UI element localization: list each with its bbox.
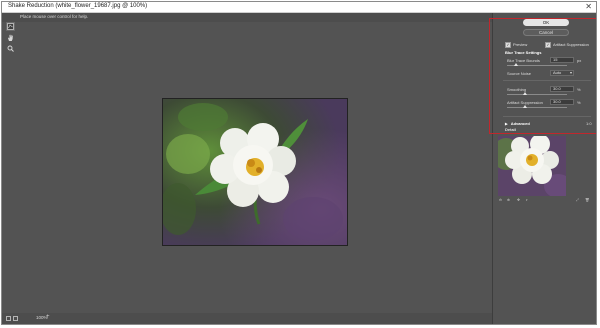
detail-zoom-icon[interactable]: ⤢ [576, 198, 579, 202]
blur-trace-bounds-label: Blur Trace Bounds [507, 58, 540, 63]
source-noise-label: Source Noise [507, 71, 532, 76]
ok-button[interactable]: OK [523, 19, 569, 26]
checkbox-icon: ✓ [505, 42, 511, 48]
status-bar: 100% + [2, 313, 492, 324]
preview-checkbox[interactable]: ✓ Preview [505, 42, 527, 48]
zoom-in-icon[interactable]: + [46, 314, 50, 320]
pan-icon[interactable]: ✥ [517, 198, 520, 202]
checkbox-icon: ✓ [545, 42, 551, 48]
artifact-suppression-slider[interactable] [507, 105, 567, 108]
shake-reduction-window: Shake Reduction (white_flower_19687.jpg … [1, 1, 597, 325]
preview-label: Preview [513, 42, 528, 48]
preview-toggle-icon[interactable]: ◐ [526, 198, 528, 202]
close-icon[interactable]: ✕ [585, 2, 592, 12]
artifact-suppression-unit: % [577, 100, 581, 105]
advanced-value: 1:0 [586, 121, 592, 126]
advanced-toggle[interactable]: ▶ Advanced [505, 121, 530, 126]
detail-label: Detail [505, 127, 516, 132]
section-title: Blur Trace Settings [505, 50, 542, 55]
zoom-out-icon[interactable]: ⊖ [499, 198, 502, 202]
detail-preview[interactable] [498, 136, 566, 196]
window-title: Shake Reduction (white_flower_19687.jpg … [8, 3, 148, 9]
delete-icon[interactable]: 🗑 [585, 198, 589, 202]
smoothing-slider[interactable] [507, 92, 567, 95]
blur-trace-bounds-unit: px [577, 58, 582, 63]
chevron-down-icon: ▾ [569, 70, 572, 75]
cancel-button[interactable]: Cancel [523, 29, 569, 36]
title-bar: Shake Reduction (white_flower_19687.jpg … [2, 2, 596, 13]
slider-knob[interactable] [523, 92, 527, 95]
zoom-in-icon[interactable]: ⊕ [507, 198, 510, 202]
blur-trace-bounds-field[interactable]: 15 [550, 57, 574, 63]
slider-knob[interactable] [523, 105, 527, 108]
artifact-checkbox[interactable]: ✓ Artifact Suppression [545, 42, 589, 48]
slider-knob[interactable] [514, 63, 518, 66]
smoothing-field[interactable]: 30.0 [550, 86, 574, 92]
image-canvas-area[interactable] [18, 22, 491, 316]
view-single-icon[interactable] [6, 316, 11, 321]
divider [503, 80, 591, 81]
hand-icon[interactable] [6, 34, 15, 43]
tool-strip [2, 22, 18, 316]
blur-trace-bounds-slider[interactable] [507, 63, 567, 66]
flower-photo [162, 98, 348, 246]
source-noise-dropdown[interactable]: Auto ▾ [550, 70, 574, 76]
artifact-suppression-field[interactable]: 30.0 [550, 99, 574, 105]
divider [503, 116, 591, 117]
blur-trace-icon[interactable] [6, 22, 15, 31]
artifact-checkbox-label: Artifact Suppression [553, 42, 589, 48]
zoom-icon[interactable] [6, 45, 15, 54]
view-split-icon[interactable] [13, 316, 18, 321]
settings-panel: OK Cancel ✓ Preview ✓ Artifact Suppression… [492, 13, 596, 324]
source-noise-value: Auto [553, 70, 562, 75]
advanced-label: Advanced [510, 121, 530, 126]
hint-text: Place mouse over control for help. [20, 14, 89, 19]
smoothing-unit: % [577, 87, 581, 92]
disclosure-triangle-icon: ▶ [505, 122, 508, 126]
